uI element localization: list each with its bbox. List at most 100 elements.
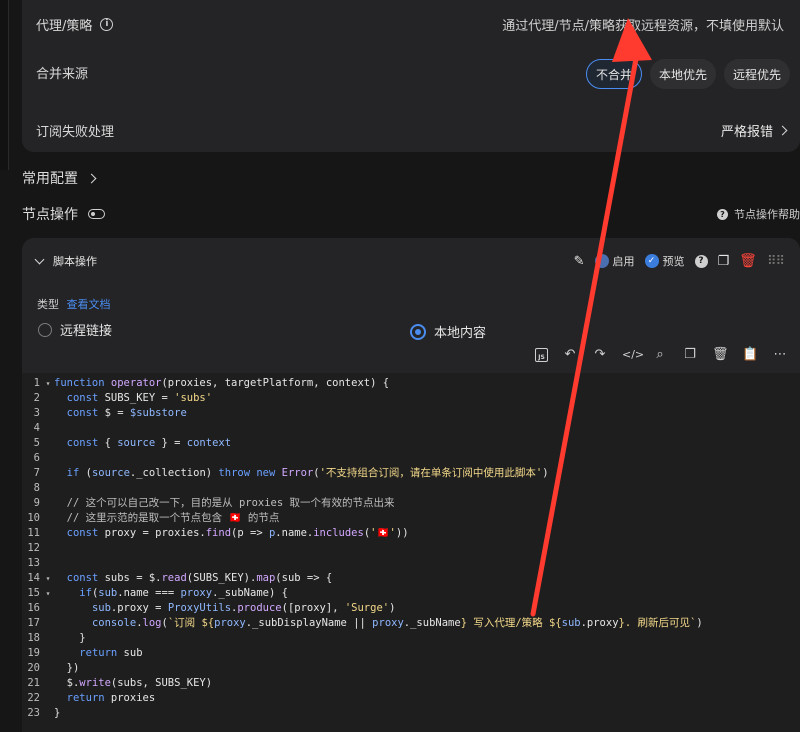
drag-handle-icon[interactable]: ⠿⠿ <box>767 254 785 269</box>
chevron-down-icon[interactable] <box>34 254 45 264</box>
line-number: 23 <box>27 707 40 719</box>
code-text: return proxies <box>66 692 156 704</box>
trash-icon[interactable]: 🗑 <box>712 347 729 362</box>
copy-icon[interactable]: ❐ <box>682 347 698 362</box>
code-line[interactable]: 3 const $ = $substore <box>22 406 800 421</box>
line-number: 13 <box>27 557 40 569</box>
code-line[interactable]: 23} <box>22 706 800 721</box>
code-text: const proxy = proxies.find(p => p.name.i… <box>66 527 409 539</box>
line-number: 15 <box>27 587 40 599</box>
fold-icon[interactable]: ▾ <box>42 571 54 586</box>
code-text: if (source._collection) throw new Error(… <box>66 467 549 479</box>
paste-icon[interactable]: 📋 <box>742 347 758 362</box>
line-number: 10 <box>27 512 40 524</box>
edit-icon[interactable]: ✎ <box>574 254 585 269</box>
code-line[interactable]: 2 const SUBS_KEY = 'subs' <box>22 391 800 406</box>
code-line[interactable]: 20 }) <box>22 661 800 676</box>
subscription-settings-card: 代理/策略 i 通过代理/节点/策略获取远程资源，不填使用默认 合并来源 不合并… <box>22 0 800 152</box>
docs-link[interactable]: 查看文档 <box>67 298 111 311</box>
delete-icon[interactable]: 🗑 <box>739 253 757 269</box>
proxy-hint[interactable]: 通过代理/节点/策略获取远程资源，不填使用默认 <box>502 15 784 34</box>
line-number: 12 <box>27 542 40 554</box>
code-line[interactable]: 9 // 这个可以自己改一下，目的是从 proxies 取一个有效的节点出来 <box>22 496 800 511</box>
radio-remote[interactable]: 远程链接 <box>38 320 112 339</box>
fail-handling-row[interactable]: 订阅失败处理 严格报错 <box>22 120 800 140</box>
script-header: 脚本操作 ✎ 启用 ✓ 预览 ? ❐ 🗑 ⠿⠿ <box>34 252 800 270</box>
fold-icon <box>42 661 54 676</box>
fold-icon <box>42 691 54 706</box>
node-ops-help[interactable]: ? 节点操作帮助 <box>717 206 800 222</box>
line-number: 3 <box>33 407 40 419</box>
line-number: 14 <box>27 572 40 584</box>
fold-icon <box>42 526 54 541</box>
chevron-right-icon <box>777 125 788 135</box>
code-line[interactable]: 6 <box>22 451 800 466</box>
merge-option-local-first[interactable]: 本地优先 <box>649 59 716 89</box>
preview-label: 预览 <box>662 255 685 268</box>
code-line[interactable]: 10 // 这里示范的是取一个节点包含 🇨🇭 的节点 <box>22 511 800 526</box>
code-line[interactable]: 17 console.log(`订阅 ${proxy._subDisplayNa… <box>22 616 800 631</box>
code-text: } <box>54 632 86 644</box>
code-line[interactable]: 4 <box>22 421 800 436</box>
proxy-row[interactable]: 代理/策略 i 通过代理/节点/策略获取远程资源，不填使用默认 <box>22 14 800 34</box>
fold-icon <box>42 421 54 436</box>
line-number: 7 <box>33 467 40 479</box>
code-line[interactable]: 13 <box>22 556 800 571</box>
code-line[interactable]: 19 return sub <box>22 646 800 661</box>
fold-icon <box>42 676 54 691</box>
enable-label: 启用 <box>612 255 635 268</box>
code-text: const $ = $substore <box>66 407 187 419</box>
line-number: 2 <box>33 392 40 404</box>
fail-handling-label: 订阅失败处理 <box>36 124 115 140</box>
code-line[interactable]: 1 ▾ function operator(proxies, targetPlatf… <box>22 376 800 391</box>
code-line[interactable]: 14 ▾ const subs = $.read(SUBS_KEY).map(su… <box>22 571 800 586</box>
code-line[interactable]: 8 <box>22 481 800 496</box>
undo-icon[interactable]: ↶ <box>562 347 578 362</box>
radio-on-icon <box>410 323 426 340</box>
code-line[interactable]: 7 if (source._collection) throw new Erro… <box>22 466 800 481</box>
line-number: 19 <box>27 647 40 659</box>
code-line[interactable]: 18 } <box>22 631 800 646</box>
merge-option-no-merge[interactable]: 不合并 <box>585 59 642 89</box>
code-text: }) <box>54 662 80 674</box>
code-editor[interactable]: 1 ▾ function operator(proxies, targetPlatf… <box>22 373 800 732</box>
code-line[interactable]: 16 sub.proxy = ProxyUtils.produce([proxy… <box>22 601 800 616</box>
merge-option-remote-first[interactable]: 远程优先 <box>723 59 790 89</box>
enable-toggle[interactable]: 启用 <box>594 253 635 269</box>
code-line[interactable]: 11 const proxy = proxies.find(p => p.nam… <box>22 526 800 541</box>
copy-icon[interactable]: ❐ <box>718 254 730 269</box>
code-line[interactable]: 15 ▾ if(sub.name === proxy._subName) { <box>22 586 800 601</box>
node-ops-title: 节点操作 <box>22 207 78 223</box>
line-number: 6 <box>33 452 40 464</box>
fold-icon[interactable]: ▾ <box>42 376 54 391</box>
script-operation-card: 脚本操作 ✎ 启用 ✓ 预览 ? ❐ 🗑 ⠿⠿ 类型 查看文档 远程链接 本地内… <box>22 238 800 373</box>
question-icon: ? <box>717 208 728 220</box>
code-text: function operator(proxies, targetPlatfor… <box>54 377 390 389</box>
code-line[interactable]: 22 return proxies <box>22 691 800 706</box>
line-number: 18 <box>27 632 40 644</box>
fail-handling-text: 严格报错 <box>720 124 773 140</box>
type-row: 类型 查看文档 <box>37 296 111 312</box>
js-file-icon[interactable]: JS <box>535 347 548 362</box>
fail-handling-value[interactable]: 严格报错 <box>720 121 788 140</box>
preview-toggle[interactable]: ✓ 预览 <box>644 253 685 269</box>
line-number: 8 <box>33 482 40 494</box>
toggle-icon[interactable] <box>88 209 105 219</box>
radio-local[interactable]: 本地内容 <box>410 322 486 341</box>
common-config-header[interactable]: 常用配置 <box>22 168 97 188</box>
code-text: const { source } = context <box>66 437 232 449</box>
fold-icon <box>42 511 54 526</box>
fold-icon[interactable]: ▾ <box>42 586 54 601</box>
redo-icon[interactable]: ↷ <box>592 347 608 362</box>
search-icon[interactable]: ⌕ <box>652 347 668 362</box>
radio-local-label: 本地内容 <box>434 326 487 341</box>
info-icon[interactable]: i <box>100 17 114 31</box>
node-ops-help-label: 节点操作帮助 <box>734 208 800 221</box>
code-line[interactable]: 12 <box>22 541 800 556</box>
more-icon[interactable]: ⋯ <box>772 347 788 362</box>
help-icon[interactable]: ? <box>694 254 708 268</box>
code-line[interactable]: 21 $.write(subs, SUBS_KEY) <box>22 676 800 691</box>
code-icon[interactable]: </> <box>622 348 644 361</box>
code-line[interactable]: 5 const { source } = context <box>22 436 800 451</box>
line-number: 16 <box>27 602 40 614</box>
